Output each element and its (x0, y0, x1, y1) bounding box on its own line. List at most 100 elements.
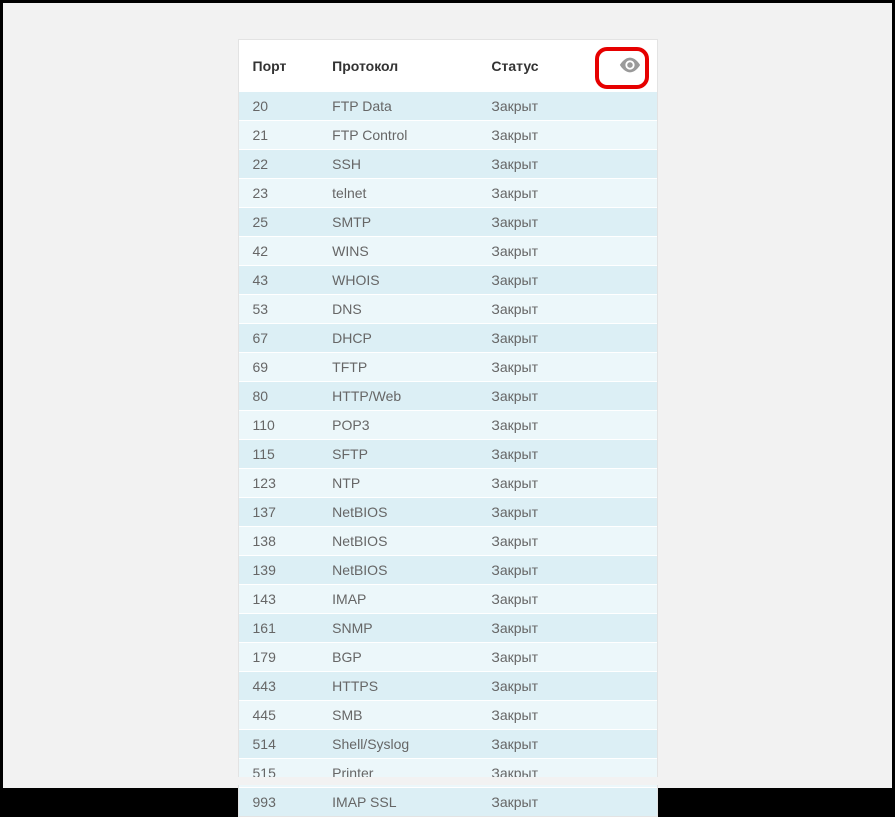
table-row: 445SMBЗакрыт (239, 701, 657, 730)
cell-status: Закрыт (477, 614, 596, 643)
cell-protocol: FTP Control (318, 121, 477, 150)
cell-visibility (597, 701, 657, 730)
table-row: 993IMAP SSLЗакрыт (239, 788, 657, 817)
cell-port: 179 (239, 643, 319, 672)
cell-port: 110 (239, 411, 319, 440)
cell-status: Закрыт (477, 324, 596, 353)
visibility-toggle-button[interactable] (611, 55, 649, 74)
cell-port: 115 (239, 440, 319, 469)
cell-visibility (597, 614, 657, 643)
header-status: Статус (477, 40, 596, 92)
cell-status: Закрыт (477, 556, 596, 585)
cell-status: Закрыт (477, 440, 596, 469)
cell-protocol: TFTP (318, 353, 477, 382)
cell-port: 69 (239, 353, 319, 382)
cell-visibility (597, 643, 657, 672)
cell-port: 123 (239, 469, 319, 498)
eye-icon (619, 57, 641, 73)
cell-protocol: Shell/Syslog (318, 730, 477, 759)
cell-status: Закрыт (477, 498, 596, 527)
cell-visibility (597, 208, 657, 237)
cell-protocol: POP3 (318, 411, 477, 440)
cell-visibility (597, 556, 657, 585)
port-table-container: Порт Протокол Статус 20FTP DataЗакрыт21F… (238, 39, 658, 817)
cell-protocol: HTTPS (318, 672, 477, 701)
table-row: 514Shell/SyslogЗакрыт (239, 730, 657, 759)
cell-status: Закрыт (477, 672, 596, 701)
table-row: 123NTPЗакрыт (239, 469, 657, 498)
table-row: 443HTTPSЗакрыт (239, 672, 657, 701)
cell-visibility (597, 237, 657, 266)
bottom-fade (6, 777, 889, 785)
cell-visibility (597, 382, 657, 411)
cell-status: Закрыт (477, 469, 596, 498)
table-row: 43WHOISЗакрыт (239, 266, 657, 295)
cell-protocol: IMAP SSL (318, 788, 477, 817)
cell-port: 67 (239, 324, 319, 353)
cell-status: Закрыт (477, 121, 596, 150)
cell-protocol: WINS (318, 237, 477, 266)
cell-status: Закрыт (477, 730, 596, 759)
table-row: 179BGPЗакрыт (239, 643, 657, 672)
cell-port: 161 (239, 614, 319, 643)
table-body: 20FTP DataЗакрыт21FTP ControlЗакрыт22SSH… (239, 92, 657, 817)
header-protocol: Протокол (318, 40, 477, 92)
app-frame: Порт Протокол Статус 20FTP DataЗакрыт21F… (0, 0, 895, 791)
cell-visibility (597, 353, 657, 382)
cell-visibility (597, 266, 657, 295)
cell-port: 80 (239, 382, 319, 411)
cell-port: 53 (239, 295, 319, 324)
table-row: 143IMAPЗакрыт (239, 585, 657, 614)
header-port: Порт (239, 40, 319, 92)
table-row: 53DNSЗакрыт (239, 295, 657, 324)
cell-visibility (597, 527, 657, 556)
cell-protocol: FTP Data (318, 92, 477, 121)
cell-visibility (597, 150, 657, 179)
cell-status: Закрыт (477, 788, 596, 817)
cell-visibility (597, 469, 657, 498)
table-row: 161SNMPЗакрыт (239, 614, 657, 643)
cell-protocol: NetBIOS (318, 498, 477, 527)
cell-status: Закрыт (477, 92, 596, 121)
cell-protocol: DNS (318, 295, 477, 324)
table-row: 110POP3Закрыт (239, 411, 657, 440)
cell-status: Закрыт (477, 237, 596, 266)
table-row: 25SMTPЗакрыт (239, 208, 657, 237)
cell-visibility (597, 672, 657, 701)
cell-protocol: IMAP (318, 585, 477, 614)
cell-visibility (597, 179, 657, 208)
cell-status: Закрыт (477, 701, 596, 730)
cell-port: 23 (239, 179, 319, 208)
cell-port: 25 (239, 208, 319, 237)
table-row: 115SFTPЗакрыт (239, 440, 657, 469)
cell-port: 22 (239, 150, 319, 179)
cell-protocol: SNMP (318, 614, 477, 643)
cell-visibility (597, 498, 657, 527)
cell-port: 43 (239, 266, 319, 295)
cell-status: Закрыт (477, 295, 596, 324)
cell-status: Закрыт (477, 208, 596, 237)
cell-status: Закрыт (477, 585, 596, 614)
cell-visibility (597, 788, 657, 817)
cell-status: Закрыт (477, 150, 596, 179)
table-row: 42WINSЗакрыт (239, 237, 657, 266)
cell-status: Закрыт (477, 266, 596, 295)
cell-port: 993 (239, 788, 319, 817)
cell-port: 443 (239, 672, 319, 701)
cell-visibility (597, 324, 657, 353)
cell-protocol: SSH (318, 150, 477, 179)
cell-visibility (597, 92, 657, 121)
cell-port: 139 (239, 556, 319, 585)
cell-protocol: NTP (318, 469, 477, 498)
cell-status: Закрыт (477, 382, 596, 411)
table-row: 20FTP DataЗакрыт (239, 92, 657, 121)
cell-port: 143 (239, 585, 319, 614)
cell-port: 445 (239, 701, 319, 730)
table-row: 138NetBIOSЗакрыт (239, 527, 657, 556)
cell-visibility (597, 585, 657, 614)
cell-visibility (597, 440, 657, 469)
table-row: 21FTP ControlЗакрыт (239, 121, 657, 150)
cell-status: Закрыт (477, 643, 596, 672)
cell-visibility (597, 295, 657, 324)
table-row: 139NetBIOSЗакрыт (239, 556, 657, 585)
